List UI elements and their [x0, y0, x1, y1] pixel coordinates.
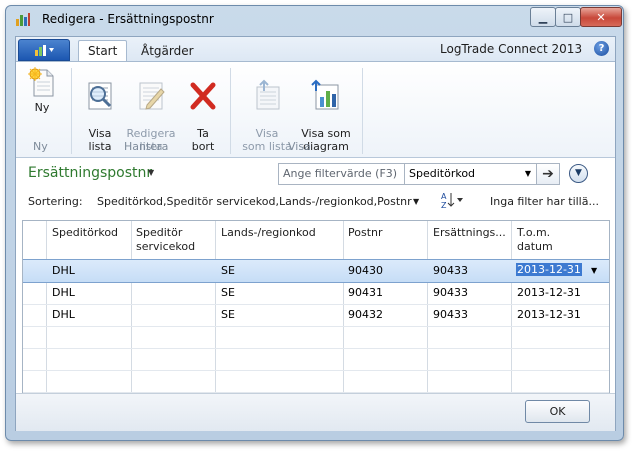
table-row[interactable]: DHL SE 90430 90433 2013-12-31 ▼	[23, 259, 609, 283]
delete-button[interactable]: Ta bort	[186, 66, 220, 153]
view-list-button[interactable]: Visa lista	[80, 66, 120, 153]
svg-text:A: A	[441, 192, 447, 201]
tab-atgarder[interactable]: Åtgärder	[132, 42, 203, 61]
cell-ersattning: 90433	[433, 286, 468, 299]
chevron-down-icon[interactable]: ▼	[148, 168, 154, 177]
chevron-down-icon: ▼	[524, 169, 531, 178]
data-grid: Speditörkod Speditör servicekod Lands-/r…	[22, 220, 610, 394]
collapse-filter-button[interactable]: ▼	[569, 164, 588, 183]
apply-filter-button[interactable]: ➔	[536, 163, 560, 185]
empty-row[interactable]	[23, 370, 609, 393]
cell-speditorkod: DHL	[52, 308, 75, 321]
view-list-icon	[88, 82, 112, 110]
close-icon: ✕	[596, 10, 606, 24]
dialog-footer: OK	[16, 393, 615, 431]
page-header: Ersättningspostnr ▼ Ange filtervärde (F3…	[16, 157, 615, 219]
cell-postnr: 90432	[348, 308, 383, 321]
close-button[interactable]: ✕	[580, 7, 622, 27]
edit-list-icon	[139, 82, 165, 110]
ribbon: Ny Ny Visa lista Redigera lista Ta bort …	[16, 61, 615, 158]
group-separator	[230, 68, 231, 154]
cell-postnr: 90431	[348, 286, 383, 299]
empty-row[interactable]	[23, 326, 609, 349]
view-as-list-label: Visa som lista	[242, 127, 292, 153]
filter-field-value: Speditörkod	[409, 167, 476, 180]
group-label-visa: Visa	[288, 140, 311, 153]
sort-value[interactable]: Speditörkod,Speditör servicekod,Lands-/r…	[97, 195, 412, 208]
cell-speditorkod: DHL	[52, 264, 75, 277]
minimize-icon: ▁	[538, 10, 548, 24]
cell-ersattning: 90433	[433, 308, 468, 321]
column-header-postnr[interactable]: Postnr	[348, 226, 383, 240]
column-header-datum[interactable]: T.o.m. datum	[517, 226, 553, 254]
column-header-speditorkod[interactable]: Speditörkod	[52, 226, 118, 240]
cell-ersattning: 90433	[433, 264, 468, 277]
app-icon	[16, 13, 30, 26]
application-menu-button[interactable]	[18, 39, 70, 61]
new-document-icon	[28, 67, 54, 97]
window-title: Redigera - Ersättningspostnr	[42, 12, 214, 26]
brand-label: LogTrade Connect 2013	[440, 42, 583, 56]
cell-datum: 2013-12-31	[517, 308, 581, 321]
delete-icon	[190, 82, 216, 110]
window-content: Start Åtgärder LogTrade Connect 2013 ? N…	[15, 36, 616, 431]
maximize-button[interactable]: □	[555, 7, 581, 27]
arrow-right-icon: ➔	[542, 166, 554, 182]
title-bar[interactable]: Redigera - Ersättningspostnr ▁ □ ✕	[6, 6, 623, 32]
minimize-button[interactable]: ▁	[530, 7, 556, 27]
filter-field-select[interactable]: Speditörkod ▼	[404, 163, 538, 185]
group-label-ny: Ny	[33, 140, 48, 153]
new-button-label: Ny	[34, 101, 50, 114]
grid-header: Speditörkod Speditör servicekod Lands-/r…	[23, 221, 609, 260]
help-icon[interactable]: ?	[594, 41, 609, 56]
new-button[interactable]: Ny	[22, 66, 62, 114]
cell-speditorkod: DHL	[52, 286, 75, 299]
cell-landskod: SE	[221, 308, 235, 321]
sort-label: Sortering:	[28, 195, 83, 208]
page-title[interactable]: Ersättningspostnr	[28, 165, 152, 181]
column-header-servicekod[interactable]: Speditör servicekod	[136, 226, 195, 254]
chevron-down-icon[interactable]: ▼	[413, 197, 419, 206]
cell-landskod: SE	[221, 286, 235, 299]
svg-text:Z: Z	[441, 201, 447, 209]
column-header-ersattning[interactable]: Ersättnings...	[433, 226, 506, 240]
chevron-down-icon: ▼	[575, 168, 582, 178]
group-separator	[362, 68, 363, 154]
table-row[interactable]: DHL SE 90432 90433 2013-12-31	[23, 304, 609, 327]
dialog-window: Redigera - Ersättningspostnr ▁ □ ✕ Start…	[5, 5, 624, 441]
ribbon-tab-bar: Start Åtgärder LogTrade Connect 2013 ?	[16, 37, 615, 62]
empty-row[interactable]	[23, 348, 609, 371]
sort-order-button[interactable]: A Z	[440, 191, 464, 210]
view-as-chart-icon	[311, 79, 339, 110]
filter-status[interactable]: Inga filter har tillä...	[490, 195, 599, 208]
view-list-label: Visa lista	[88, 127, 112, 153]
cell-postnr: 90430	[348, 264, 383, 277]
view-as-list-button[interactable]: Visa som lista	[240, 66, 294, 153]
table-row[interactable]: DHL SE 90431 90433 2013-12-31	[23, 282, 609, 305]
sort-ascending-icon: A Z	[441, 192, 463, 210]
maximize-icon: □	[562, 10, 574, 24]
chevron-down-icon[interactable]: ▼	[591, 266, 597, 275]
tab-start[interactable]: Start	[78, 40, 128, 62]
group-label-hantera: Hantera	[124, 140, 169, 153]
app-menu-icon	[35, 45, 54, 56]
column-header-landskod[interactable]: Lands-/regionkod	[221, 226, 316, 240]
delete-label: Ta bort	[191, 127, 215, 153]
view-as-list-icon	[256, 79, 280, 110]
group-separator	[71, 68, 72, 154]
ok-button[interactable]: OK	[525, 400, 590, 423]
cell-datum: 2013-12-31	[517, 286, 581, 299]
cell-landskod: SE	[221, 264, 235, 277]
cell-datum-editing[interactable]: 2013-12-31	[516, 263, 582, 276]
filter-input[interactable]: Ange filtervärde (F3)	[278, 163, 410, 185]
